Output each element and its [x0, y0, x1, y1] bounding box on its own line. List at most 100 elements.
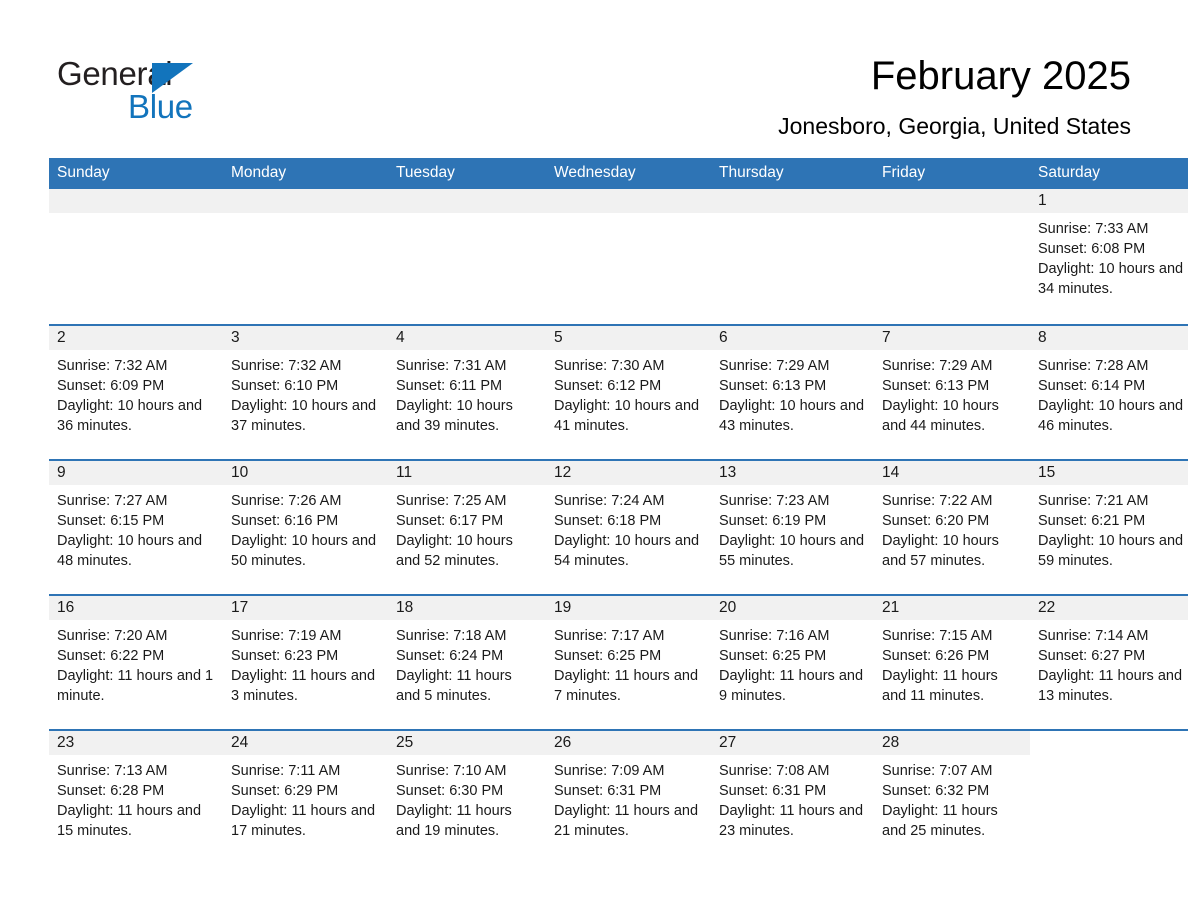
- day-cell-inner: 28 Sunrise: 7:07 AM Sunset: 6:32 PM Dayligh…: [874, 731, 1030, 864]
- sunset-text: Sunset: 6:19 PM: [719, 513, 827, 529]
- sunset-text: Sunset: 6:21 PM: [1038, 513, 1146, 529]
- sunrise-sunset-calendar: Sunday Monday Tuesday Wednesday Thursday Frid…: [49, 158, 1188, 864]
- day-cell-inner: 18 Sunrise: 7:18 AM Sunset: 6:24 PM Dayligh…: [388, 596, 546, 729]
- sunset-text: Sunset: 6:17 PM: [396, 513, 504, 529]
- calendar-day-cell[interactable]: 9 Sunrise: 7:27 AM Sunset: 6:15 PM Daylight…: [49, 459, 223, 595]
- logo-text-blue: Blue: [128, 88, 193, 125]
- calendar-week-row: 2 Sunrise: 7:32 AM Sunset: 6:09 PM Daylight…: [49, 324, 1188, 460]
- day-cell-details: Sunrise: 7:22 AM Sunset: 6:20 PM Daylight:…: [874, 485, 1030, 571]
- daylight-text: Daylight: 10 hours and 46 minutes.: [1038, 398, 1184, 434]
- day-cell-inner: 12 Sunrise: 7:24 AM Sunset: 6:18 PM Dayligh…: [546, 461, 711, 594]
- calendar-day-cell[interactable]: 2 Sunrise: 7:32 AM Sunset: 6:09 PM Daylight…: [49, 324, 223, 460]
- day-cell-details: Sunrise: 7:08 AM Sunset: 6:31 PM Daylight:…: [711, 755, 874, 841]
- calendar-day-cell[interactable]: 18 Sunrise: 7:18 AM Sunset: 6:24 PM Dayligh…: [388, 594, 546, 730]
- calendar-day-cell[interactable]: 24 Sunrise: 7:11 AM Sunset: 6:29 PM Dayligh…: [223, 729, 388, 864]
- sunrise-text: Sunrise: 7:23 AM: [719, 493, 830, 509]
- day-cell-inner: 1 Sunrise: 7:33 AM Sunset: 6:08 PM Daylight…: [1030, 189, 1188, 324]
- calendar-day-cell[interactable]: 19 Sunrise: 7:17 AM Sunset: 6:25 PM Dayligh…: [546, 594, 711, 730]
- sunset-text: Sunset: 6:25 PM: [554, 648, 662, 664]
- calendar-day-cell-empty: [546, 189, 711, 325]
- calendar-day-cell[interactable]: 4 Sunrise: 7:31 AM Sunset: 6:11 PM Daylight…: [388, 324, 546, 460]
- calendar-day-cell[interactable]: 28 Sunrise: 7:07 AM Sunset: 6:32 PM Dayligh…: [874, 729, 1030, 864]
- day-number: 1: [1030, 189, 1188, 213]
- day-cell-details: Sunrise: 7:29 AM Sunset: 6:13 PM Daylight:…: [874, 350, 1030, 436]
- sunrise-text: Sunrise: 7:17 AM: [554, 628, 665, 644]
- calendar-day-cell[interactable]: 23 Sunrise: 7:13 AM Sunset: 6:28 PM Dayligh…: [49, 729, 223, 864]
- day-cell-inner: 7 Sunrise: 7:29 AM Sunset: 6:13 PM Daylight…: [874, 326, 1030, 459]
- day-number: 28: [874, 731, 1030, 755]
- calendar-day-cell[interactable]: 25 Sunrise: 7:10 AM Sunset: 6:30 PM Dayligh…: [388, 729, 546, 864]
- daylight-text: Daylight: 11 hours and 21 minutes.: [554, 803, 699, 839]
- daylight-text: Daylight: 10 hours and 54 minutes.: [554, 533, 700, 569]
- calendar-day-cell[interactable]: 7 Sunrise: 7:29 AM Sunset: 6:13 PM Daylight…: [874, 324, 1030, 460]
- sunrise-text: Sunrise: 7:31 AM: [396, 358, 507, 374]
- day-number: 20: [711, 596, 874, 620]
- day-number: 7: [874, 326, 1030, 350]
- calendar-day-cell[interactable]: 11 Sunrise: 7:25 AM Sunset: 6:17 PM Dayligh…: [388, 459, 546, 595]
- day-number: [388, 189, 546, 213]
- calendar-day-cell[interactable]: 14 Sunrise: 7:22 AM Sunset: 6:20 PM Dayligh…: [874, 459, 1030, 595]
- day-cell-inner: 17 Sunrise: 7:19 AM Sunset: 6:23 PM Dayligh…: [223, 596, 388, 729]
- daylight-text: Daylight: 11 hours and 1 minute.: [57, 668, 214, 704]
- daylight-text: Daylight: 10 hours and 48 minutes.: [57, 533, 203, 569]
- day-cell-details: Sunrise: 7:16 AM Sunset: 6:25 PM Daylight:…: [711, 620, 874, 706]
- day-number: 23: [49, 731, 223, 755]
- calendar-day-cell[interactable]: 20 Sunrise: 7:16 AM Sunset: 6:25 PM Dayligh…: [711, 594, 874, 730]
- daylight-text: Daylight: 10 hours and 50 minutes.: [231, 533, 377, 569]
- sunrise-text: Sunrise: 7:18 AM: [396, 628, 507, 644]
- day-number: 12: [546, 461, 711, 485]
- day-number: 22: [1030, 596, 1188, 620]
- day-cell-details: Sunrise: 7:20 AM Sunset: 6:22 PM Daylight:…: [49, 620, 223, 706]
- calendar-day-cell-empty: [1030, 729, 1188, 864]
- sunset-text: Sunset: 6:29 PM: [231, 783, 339, 799]
- daylight-text: Daylight: 11 hours and 5 minutes.: [396, 668, 512, 704]
- day-number: 5: [546, 326, 711, 350]
- day-cell-inner: [223, 189, 388, 324]
- calendar-day-cell[interactable]: 16 Sunrise: 7:20 AM Sunset: 6:22 PM Dayligh…: [49, 594, 223, 730]
- day-cell-inner: [546, 189, 711, 324]
- day-cell-details: Sunrise: 7:26 AM Sunset: 6:16 PM Daylight:…: [223, 485, 388, 571]
- calendar-day-cell[interactable]: 10 Sunrise: 7:26 AM Sunset: 6:16 PM Dayligh…: [223, 459, 388, 595]
- day-number: [711, 189, 874, 213]
- day-cell-details: Sunrise: 7:07 AM Sunset: 6:32 PM Daylight:…: [874, 755, 1030, 841]
- sunrise-text: Sunrise: 7:14 AM: [1038, 628, 1149, 644]
- sunrise-text: Sunrise: 7:33 AM: [1038, 221, 1149, 237]
- calendar-day-cell[interactable]: 21 Sunrise: 7:15 AM Sunset: 6:26 PM Dayligh…: [874, 594, 1030, 730]
- weekday-header-row: Sunday Monday Tuesday Wednesday Thursday Frid…: [49, 158, 1188, 189]
- weekday-header-saturday: Saturday: [1030, 158, 1188, 189]
- day-number: 11: [388, 461, 546, 485]
- daylight-text: Daylight: 10 hours and 52 minutes.: [396, 533, 513, 569]
- calendar-day-cell[interactable]: 12 Sunrise: 7:24 AM Sunset: 6:18 PM Dayligh…: [546, 459, 711, 595]
- day-number: [1030, 731, 1188, 755]
- day-cell-details: Sunrise: 7:24 AM Sunset: 6:18 PM Daylight:…: [546, 485, 711, 571]
- sunrise-text: Sunrise: 7:16 AM: [719, 628, 830, 644]
- calendar-day-cell[interactable]: 27 Sunrise: 7:08 AM Sunset: 6:31 PM Dayligh…: [711, 729, 874, 864]
- calendar-day-cell[interactable]: 26 Sunrise: 7:09 AM Sunset: 6:31 PM Dayligh…: [546, 729, 711, 864]
- calendar-day-cell[interactable]: 1 Sunrise: 7:33 AM Sunset: 6:08 PM Daylight…: [1030, 189, 1188, 325]
- calendar-day-cell[interactable]: 17 Sunrise: 7:19 AM Sunset: 6:23 PM Dayligh…: [223, 594, 388, 730]
- calendar-day-cell[interactable]: 8 Sunrise: 7:28 AM Sunset: 6:14 PM Daylight…: [1030, 324, 1188, 460]
- calendar-day-cell[interactable]: 15 Sunrise: 7:21 AM Sunset: 6:21 PM Dayligh…: [1030, 459, 1188, 595]
- day-cell-details: Sunrise: 7:09 AM Sunset: 6:31 PM Daylight:…: [546, 755, 711, 841]
- calendar-day-cell[interactable]: 5 Sunrise: 7:30 AM Sunset: 6:12 PM Daylight…: [546, 324, 711, 460]
- calendar-day-cell[interactable]: 13 Sunrise: 7:23 AM Sunset: 6:19 PM Dayligh…: [711, 459, 874, 595]
- sunrise-text: Sunrise: 7:25 AM: [396, 493, 507, 509]
- day-cell-details: Sunrise: 7:17 AM Sunset: 6:25 PM Daylight:…: [546, 620, 711, 706]
- daylight-text: Daylight: 11 hours and 15 minutes.: [57, 803, 202, 839]
- daylight-text: Daylight: 11 hours and 3 minutes.: [231, 668, 376, 704]
- sunrise-text: Sunrise: 7:28 AM: [1038, 358, 1149, 374]
- day-cell-inner: 4 Sunrise: 7:31 AM Sunset: 6:11 PM Daylight…: [388, 326, 546, 459]
- day-cell-details: Sunrise: 7:13 AM Sunset: 6:28 PM Daylight:…: [49, 755, 223, 841]
- daylight-text: Daylight: 10 hours and 59 minutes.: [1038, 533, 1184, 569]
- day-cell-inner: 21 Sunrise: 7:15 AM Sunset: 6:26 PM Dayligh…: [874, 596, 1030, 729]
- sunrise-text: Sunrise: 7:24 AM: [554, 493, 665, 509]
- calendar-day-cell[interactable]: 3 Sunrise: 7:32 AM Sunset: 6:10 PM Daylight…: [223, 324, 388, 460]
- calendar-day-cell[interactable]: 22 Sunrise: 7:14 AM Sunset: 6:27 PM Dayligh…: [1030, 594, 1188, 730]
- calendar-day-cell[interactable]: 6 Sunrise: 7:29 AM Sunset: 6:13 PM Daylight…: [711, 324, 874, 460]
- calendar-page: General Blue February 2025 Jonesboro, Ge…: [0, 0, 1188, 918]
- weekday-header-monday: Monday: [223, 158, 388, 189]
- sunset-text: Sunset: 6:32 PM: [882, 783, 990, 799]
- sunrise-text: Sunrise: 7:08 AM: [719, 763, 830, 779]
- weekday-header-sunday: Sunday: [49, 158, 223, 189]
- day-cell-details: Sunrise: 7:32 AM Sunset: 6:10 PM Daylight:…: [223, 350, 388, 436]
